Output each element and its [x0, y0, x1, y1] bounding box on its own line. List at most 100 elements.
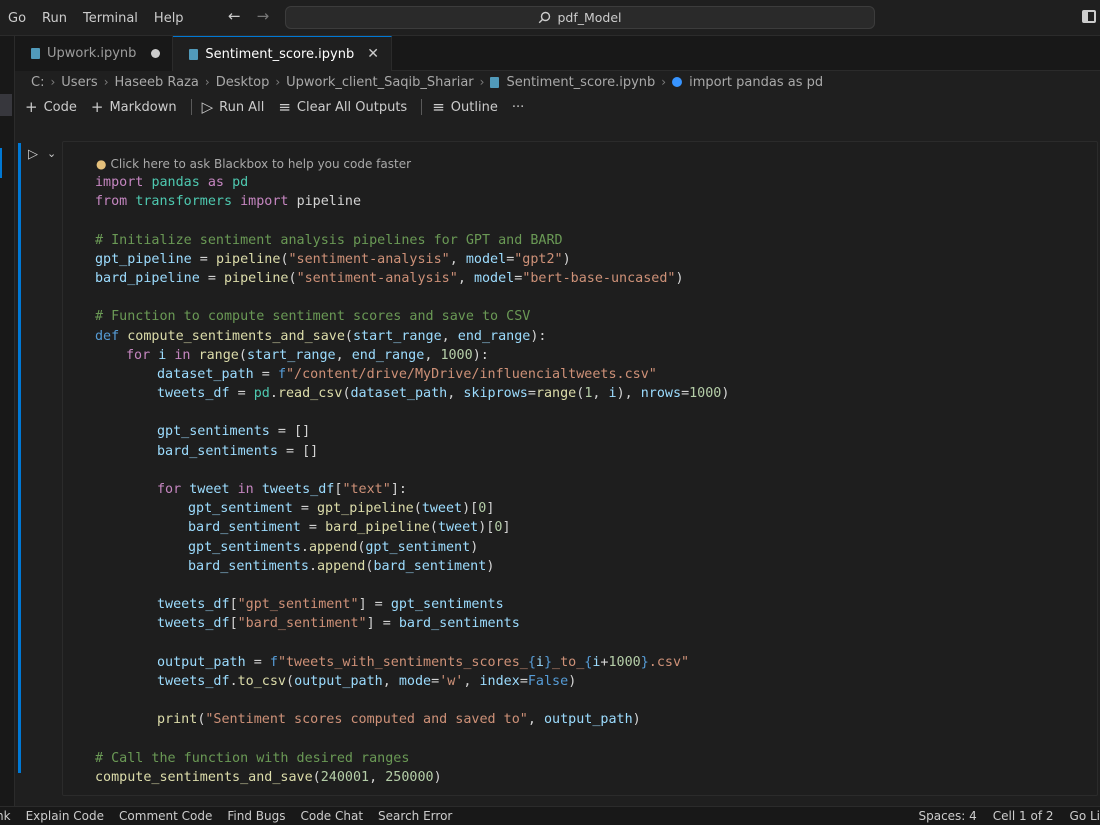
- code-token-fn: compute_sentiments_and_save: [95, 769, 313, 785]
- code-line[interactable]: def compute_sentiments_and_save(start_ra…: [95, 327, 1085, 346]
- code-line[interactable]: bard_sentiments = []: [95, 442, 1085, 461]
- code-token-plain: = []: [277, 443, 319, 459]
- breadcrumb-item[interactable]: Upwork_client_Saqib_Shariar: [286, 75, 474, 90]
- code-token-kw: as: [199, 175, 233, 190]
- code-line[interactable]: # Call the function with desired ranges: [95, 749, 1085, 768]
- tab-sentiment-score[interactable]: Sentiment_score.ipynb ✕: [173, 36, 392, 71]
- code-token-var: i: [608, 386, 617, 402]
- code-token-plain: ,: [382, 673, 399, 689]
- breadcrumb-item[interactable]: Desktop: [216, 75, 270, 90]
- toggle-sidebar-icon[interactable]: [1082, 10, 1096, 23]
- add-markdown-button[interactable]: + Markdown: [91, 98, 177, 116]
- code-token-var: start_range: [246, 347, 336, 363]
- code-line[interactable]: [95, 729, 1085, 748]
- code-line[interactable]: [95, 691, 1085, 710]
- outline-icon: ≡: [432, 98, 445, 116]
- menu-help[interactable]: Help: [146, 11, 192, 26]
- more-actions-button[interactable]: ···: [512, 100, 524, 115]
- code-line[interactable]: [95, 576, 1085, 595]
- breadcrumb-item[interactable]: C:: [31, 75, 44, 90]
- breadcrumb-item[interactable]: Haseeb Raza: [115, 75, 199, 90]
- unsaved-dot-icon[interactable]: [151, 49, 161, 58]
- code-line[interactable]: dataset_path = f"/content/drive/MyDrive/…: [95, 365, 1085, 384]
- cell-position-status[interactable]: Cell 1 of 2: [993, 809, 1054, 823]
- code-line[interactable]: from transformers import pipeline: [95, 192, 1085, 211]
- code-line[interactable]: [95, 403, 1085, 422]
- code-line[interactable]: tweets_df["bard_sentiment"] = bard_senti…: [95, 614, 1085, 633]
- code-line[interactable]: tweets_df = pd.read_csv(dataset_path, sk…: [95, 384, 1085, 403]
- code-line[interactable]: # Function to compute sentiment scores a…: [95, 307, 1085, 326]
- code-chat-button[interactable]: Code Chat: [300, 809, 363, 823]
- code-line[interactable]: tweets_df["gpt_sentiment"] = gpt_sentime…: [95, 595, 1085, 614]
- tab-upwork[interactable]: Upwork.ipynb: [15, 36, 174, 71]
- code-cell[interactable]: ● Click here to ask Blackbox to help you …: [62, 141, 1098, 796]
- code-line[interactable]: gpt_sentiments = []: [95, 422, 1085, 441]
- explain-code-button[interactable]: Explain Code: [26, 809, 104, 823]
- command-center-search[interactable]: pdf_Model: [285, 6, 875, 29]
- menu-go[interactable]: Go: [0, 11, 34, 26]
- code-line[interactable]: bard_sentiments.append(bard_sentiment): [95, 557, 1085, 576]
- comment-code-button[interactable]: Comment Code: [119, 809, 212, 823]
- code-line[interactable]: gpt_pipeline = pipeline("sentiment-analy…: [95, 250, 1085, 269]
- code-line[interactable]: for tweet in tweets_df["text"]:: [95, 480, 1085, 499]
- code-token-plain: ,: [463, 673, 480, 689]
- chevron-right-icon: ›: [204, 75, 210, 89]
- code-token-kw: for: [126, 347, 159, 363]
- code-line[interactable]: compute_sentiments_and_save(240001, 2500…: [95, 768, 1085, 787]
- code-token-plain: .: [269, 386, 278, 402]
- forward-arrow-icon[interactable]: →: [257, 7, 270, 25]
- code-token-kw: for: [157, 482, 190, 497]
- code-token-kw2: }: [640, 654, 649, 670]
- activity-item-marker[interactable]: [0, 94, 12, 116]
- code-line[interactable]: bard_pipeline = pipeline("sentiment-anal…: [95, 269, 1085, 288]
- code-line[interactable]: [95, 211, 1085, 230]
- code-token-var: tweets_df: [157, 597, 230, 613]
- back-arrow-icon[interactable]: ←: [228, 7, 241, 25]
- indentation-status[interactable]: Spaces: 4: [918, 809, 976, 823]
- clear-outputs-button[interactable]: ≡ Clear All Outputs: [278, 98, 407, 116]
- breadcrumb-item[interactable]: Users: [61, 75, 97, 90]
- title-bar: Go Run Terminal Help ← → pdf_Model: [0, 0, 1100, 36]
- code-token-var: start_range: [352, 328, 442, 344]
- lightbulb-icon: ●: [96, 157, 107, 171]
- close-icon[interactable]: ✕: [367, 46, 379, 62]
- chevron-right-icon: ›: [50, 75, 56, 89]
- code-editor[interactable]: import pandas as pd from transformers imp…: [95, 173, 1085, 787]
- code-line[interactable]: print("Sentiment scores computed and sav…: [95, 710, 1085, 729]
- go-live-button[interactable]: Go Li: [1070, 809, 1100, 823]
- code-line[interactable]: bard_sentiment = bard_pipeline(tweet)[0]: [95, 518, 1085, 537]
- find-bugs-button[interactable]: Find Bugs: [227, 809, 285, 823]
- breadcrumb-item[interactable]: import pandas as pd: [689, 75, 823, 90]
- search-error-button[interactable]: Search Error: [378, 809, 452, 823]
- code-token-fn: read_csv: [277, 386, 343, 402]
- add-code-button[interactable]: + Code: [25, 98, 77, 116]
- code-token-var: gpt_sentiment: [365, 539, 471, 555]
- code-line[interactable]: gpt_sentiment = gpt_pipeline(tweet)[0]: [95, 499, 1085, 518]
- run-all-button[interactable]: ▷ Run All: [202, 98, 265, 116]
- code-line[interactable]: gpt_sentiments.append(gpt_sentiment): [95, 538, 1085, 557]
- outline-button[interactable]: ≡ Outline: [432, 98, 498, 116]
- run-cell-icon[interactable]: ▷: [28, 147, 38, 162]
- code-line[interactable]: tweets_df.to_csv(output_path, mode='w', …: [95, 672, 1085, 691]
- code-line[interactable]: output_path = f"tweets_with_sentiments_s…: [95, 653, 1085, 672]
- chevron-right-icon: ›: [661, 75, 667, 89]
- code-token-var: gpt_sentiments: [390, 597, 504, 613]
- breadcrumb-item[interactable]: Sentiment_score.ipynb: [506, 75, 655, 90]
- blackbox-hint[interactable]: ● Click here to ask Blackbox to help you …: [96, 157, 411, 171]
- notebook-icon: [490, 76, 500, 88]
- code-line[interactable]: import pandas as pd: [95, 173, 1085, 192]
- code-line[interactable]: [95, 461, 1085, 480]
- code-line[interactable]: [95, 288, 1085, 307]
- code-line[interactable]: # Initialize sentiment analysis pipeline…: [95, 231, 1085, 250]
- code-line[interactable]: for i in range(start_range, end_range, 1…: [95, 346, 1085, 365]
- chevron-down-icon[interactable]: ⌄: [47, 147, 56, 160]
- menu-run[interactable]: Run: [34, 11, 75, 26]
- code-token-kw: in: [166, 347, 199, 363]
- code-line[interactable]: [95, 634, 1085, 653]
- menu-terminal[interactable]: Terminal: [75, 11, 146, 26]
- status-item[interactable]: nk: [0, 809, 11, 823]
- code-token-kw2: f: [269, 654, 278, 670]
- code-token-var: gpt_sentiments: [188, 539, 301, 555]
- code-token-kw: import: [232, 194, 297, 210]
- code-token-plain: =: [300, 520, 326, 536]
